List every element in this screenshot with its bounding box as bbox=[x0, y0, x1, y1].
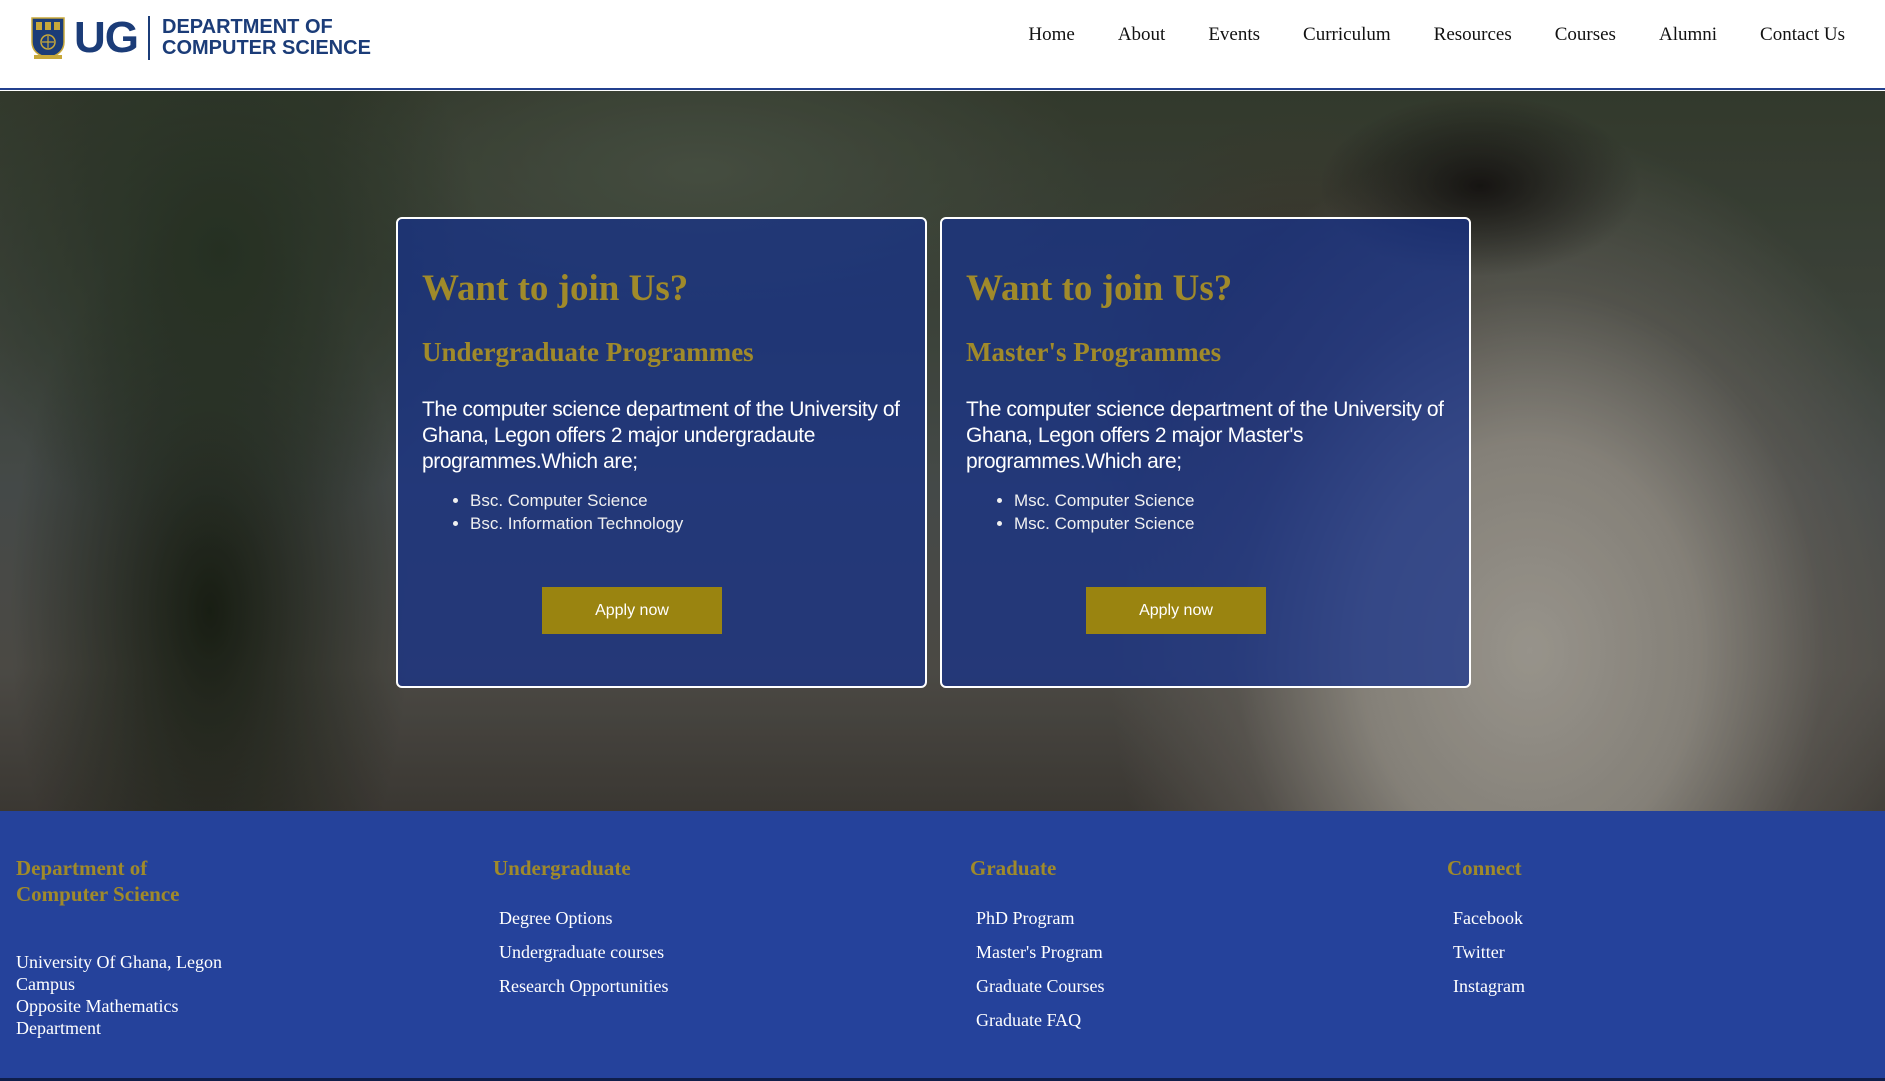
card-description: The computer science department of the U… bbox=[422, 398, 900, 473]
nav-courses[interactable]: Courses bbox=[1555, 24, 1616, 46]
footer-graduate-heading: Graduate bbox=[970, 856, 1057, 880]
card-title: Want to join Us? bbox=[966, 268, 1233, 309]
footer-link-masters-program[interactable]: Master's Program bbox=[976, 935, 1104, 969]
address-line: University Of Ghana, Legon bbox=[16, 952, 222, 972]
footer-link-phd-program[interactable]: PhD Program bbox=[976, 901, 1104, 935]
nav-events[interactable]: Events bbox=[1208, 24, 1260, 46]
address-line: Department bbox=[16, 1018, 101, 1038]
footer-undergraduate-column: Undergraduate Degree Options Undergradua… bbox=[493, 855, 668, 1003]
programme-list: Msc. Computer Science Msc. Computer Scie… bbox=[966, 489, 1194, 535]
footer-connect-heading: Connect bbox=[1447, 856, 1522, 880]
apply-now-button[interactable]: Apply now bbox=[542, 587, 722, 634]
logo-divider bbox=[148, 16, 150, 60]
site-header: UG DEPARTMENT OF COMPUTER SCIENCE Home A… bbox=[0, 0, 1885, 90]
footer-link-graduate-faq[interactable]: Graduate FAQ bbox=[976, 1003, 1104, 1037]
logo-dept-line1: DEPARTMENT OF bbox=[162, 16, 333, 38]
programme-item: Bsc. Computer Science bbox=[470, 489, 683, 512]
footer-connect-links: Facebook Twitter Instagram bbox=[1447, 901, 1525, 1003]
programme-item: Msc. Computer Science bbox=[1014, 489, 1194, 512]
address-line: Campus bbox=[16, 974, 76, 994]
footer-link-graduate-courses[interactable]: Graduate Courses bbox=[976, 969, 1104, 1003]
footer-link-undergraduate-courses[interactable]: Undergraduate courses bbox=[499, 935, 668, 969]
nav-curriculum[interactable]: Curriculum bbox=[1303, 24, 1391, 46]
nav-home[interactable]: Home bbox=[1028, 24, 1074, 46]
apply-now-button[interactable]: Apply now bbox=[1086, 587, 1266, 634]
footer-graduate-column: Graduate PhD Program Master's Program Gr… bbox=[970, 855, 1104, 1037]
programme-list: Bsc. Computer Science Bsc. Information T… bbox=[422, 489, 683, 535]
footer-graduate-links: PhD Program Master's Program Graduate Co… bbox=[970, 901, 1104, 1037]
card-subtitle: Undergraduate Programmes bbox=[422, 337, 754, 367]
footer-dept-heading-line2: Computer Science bbox=[16, 882, 180, 906]
undergraduate-card: Want to join Us? Undergraduate Programme… bbox=[396, 217, 927, 688]
footer-undergraduate-heading: Undergraduate bbox=[493, 856, 631, 880]
footer-link-instagram[interactable]: Instagram bbox=[1453, 969, 1525, 1003]
footer-dept-heading-line1: Department of bbox=[16, 856, 148, 880]
footer-dept-column: Department of Computer Science Universit… bbox=[16, 855, 222, 1039]
nav-resources[interactable]: Resources bbox=[1434, 24, 1512, 46]
footer-link-research-opportunities[interactable]: Research Opportunities bbox=[499, 969, 668, 1003]
main-nav: Home About Events Curriculum Resources C… bbox=[985, 24, 1845, 46]
nav-about[interactable]: About bbox=[1118, 24, 1166, 46]
footer-address: University Of Ghana, Legon Campus Opposi… bbox=[16, 951, 222, 1039]
nav-contact-us[interactable]: Contact Us bbox=[1760, 24, 1845, 46]
hero-background-image: Want to join Us? Undergraduate Programme… bbox=[0, 91, 1885, 811]
card-description: The computer science department of the U… bbox=[966, 398, 1444, 473]
site-footer: Department of Computer Science Universit… bbox=[0, 811, 1885, 1081]
card-title: Want to join Us? bbox=[422, 268, 689, 309]
nav-alumni[interactable]: Alumni bbox=[1659, 24, 1717, 46]
footer-link-degree-options[interactable]: Degree Options bbox=[499, 901, 668, 935]
logo-dept-line2: COMPUTER SCIENCE bbox=[162, 37, 371, 59]
address-line: Opposite Mathematics bbox=[16, 996, 179, 1016]
masters-card: Want to join Us? Master's Programmes The… bbox=[940, 217, 1471, 688]
footer-link-twitter[interactable]: Twitter bbox=[1453, 935, 1525, 969]
programme-item: Msc. Computer Science bbox=[1014, 512, 1194, 535]
footer-connect-column: Connect Facebook Twitter Instagram bbox=[1447, 855, 1525, 1003]
footer-dept-heading: Department of Computer Science bbox=[16, 855, 222, 907]
card-subtitle: Master's Programmes bbox=[966, 337, 1222, 367]
footer-undergraduate-links: Degree Options Undergraduate courses Res… bbox=[493, 901, 668, 1003]
programme-item: Bsc. Information Technology bbox=[470, 512, 683, 535]
university-crest-icon bbox=[31, 17, 65, 59]
footer-link-facebook[interactable]: Facebook bbox=[1453, 901, 1525, 935]
site-logo[interactable]: UG DEPARTMENT OF COMPUTER SCIENCE bbox=[30, 14, 371, 62]
logo-department-name: DEPARTMENT OF COMPUTER SCIENCE bbox=[162, 17, 371, 59]
logo-abbreviation: UG bbox=[74, 13, 139, 62]
